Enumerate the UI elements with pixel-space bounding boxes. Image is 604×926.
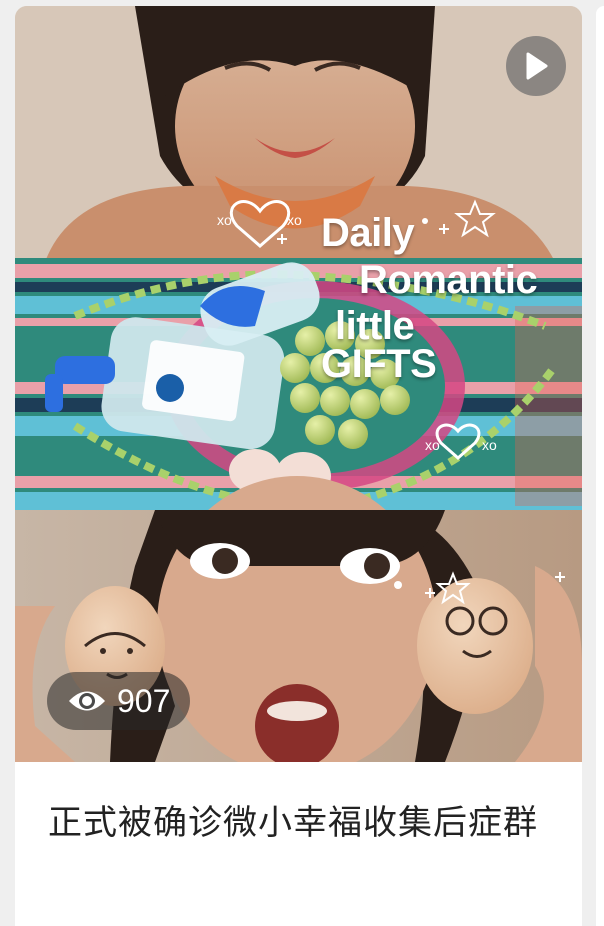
cover-overlay-line: Romantic: [359, 258, 538, 302]
cover-overlay-line: Daily: [321, 211, 415, 255]
cover-illustration: xo xo xo xo: [15, 6, 582, 762]
feed: xo xo xo xo Daily Romantic little GIFTS: [0, 0, 604, 926]
eye-icon: [69, 691, 105, 711]
post-title[interactable]: 正式被确诊微小幸福收集后症群: [48, 796, 558, 850]
next-card-edge[interactable]: [596, 6, 604, 926]
svg-text:xo: xo: [482, 437, 497, 453]
play-button[interactable]: [506, 36, 566, 96]
play-icon: [526, 52, 548, 80]
cover-image[interactable]: xo xo xo xo Daily Romantic little GIFTS: [15, 6, 582, 762]
cover-overlay-line: GIFTS: [321, 342, 437, 386]
svg-text:xo: xo: [217, 212, 232, 228]
post-card[interactable]: xo xo xo xo Daily Romantic little GIFTS: [15, 6, 582, 926]
view-count: 907: [117, 683, 171, 719]
view-count-badge: 907: [47, 672, 191, 730]
svg-text:xo: xo: [287, 212, 302, 228]
svg-text:xo: xo: [425, 437, 440, 453]
